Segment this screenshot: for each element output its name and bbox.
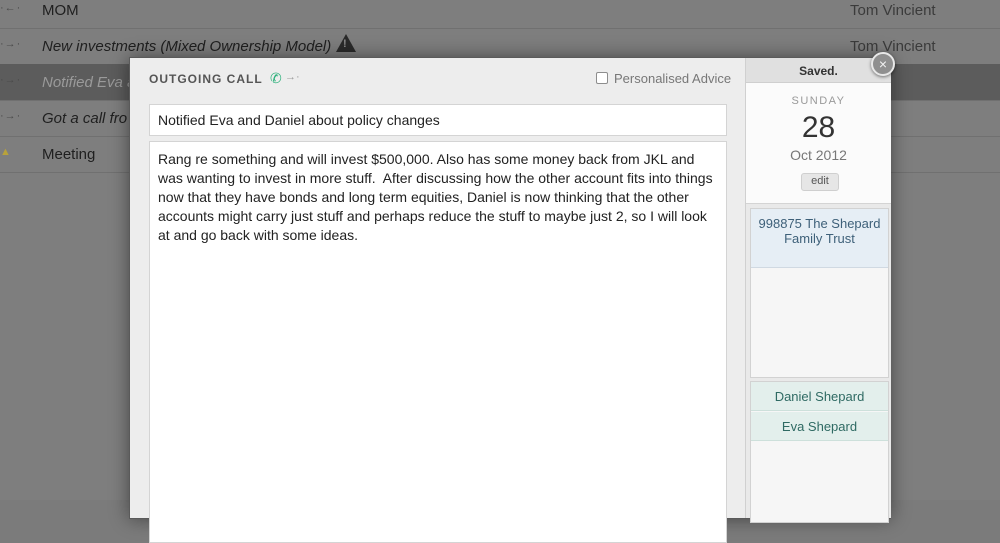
details-sidebar: Saved. SUNDAY 28 Oct 2012 edit 998875 Th… xyxy=(745,58,891,523)
call-note-dialog: OUTGOING CALL ✆ →· Personalised Advice N… xyxy=(129,57,891,543)
date-month-year: Oct 2012 xyxy=(790,147,847,163)
arrow-icon: ·←· xyxy=(0,2,22,14)
list-item-title: New investments (Mixed Ownership Model) xyxy=(42,38,332,55)
person-name: Eva Shepard xyxy=(781,419,858,434)
edit-date-label: edit xyxy=(811,175,829,187)
save-status: Saved. xyxy=(799,64,838,78)
warning-icon xyxy=(336,34,356,52)
person-name: Daniel Shepard xyxy=(774,389,865,404)
person-link[interactable]: Eva Shepard xyxy=(751,412,888,441)
account-card: 998875 The Shepard Family Trust xyxy=(750,208,889,378)
list-item-title: Meeting xyxy=(42,146,96,163)
list-item-title: MOM xyxy=(42,2,79,19)
list-item-owner: Tom Vincient xyxy=(850,38,936,55)
list-item-owner: Tom Vincient xyxy=(850,2,936,19)
account-link[interactable]: 998875 The Shepard Family Trust xyxy=(751,209,888,268)
call-type-label: OUTGOING CALL xyxy=(149,72,263,86)
note-body-text: Rang re something and will invest $500,0… xyxy=(158,151,717,243)
arrow-icon: ·→· xyxy=(0,110,22,122)
date-day: 28 xyxy=(801,111,836,144)
subject-input[interactable]: Notified Eva and Daniel about policy cha… xyxy=(149,104,727,136)
outgoing-arrow-icon: →· xyxy=(285,71,300,83)
person-link[interactable]: Daniel Shepard xyxy=(751,382,888,411)
note-body-textarea[interactable]: Rang re something and will invest $500,0… xyxy=(149,141,727,543)
meeting-icon: ▲ xyxy=(0,146,12,158)
arrow-icon: ·→· xyxy=(0,38,22,50)
note-editor-pane: OUTGOING CALL ✆ →· Personalised Advice N… xyxy=(130,58,745,543)
list-item[interactable]: ·←· MOM Tom Vincient xyxy=(0,0,1000,29)
account-name: 998875 The Shepard Family Trust xyxy=(758,216,881,246)
phone-icon: ✆ xyxy=(270,70,282,86)
edit-date-button[interactable]: edit xyxy=(801,173,839,191)
save-status-bar: Saved. xyxy=(746,58,891,83)
subject-text: Notified Eva and Daniel about policy cha… xyxy=(158,112,440,128)
personalised-advice-label[interactable]: Personalised Advice xyxy=(614,71,731,86)
close-icon: × xyxy=(878,56,888,72)
close-dialog-button[interactable]: × xyxy=(871,52,895,76)
arrow-icon: ·→· xyxy=(0,74,22,86)
list-item-title: Got a call fro xyxy=(42,110,128,127)
personalised-advice-checkbox[interactable] xyxy=(596,72,608,84)
date-weekday: SUNDAY xyxy=(791,95,846,107)
people-card: Daniel Shepard Eva Shepard xyxy=(750,381,889,523)
list-item-title: Notified Eva a xyxy=(42,74,136,91)
date-card: SUNDAY 28 Oct 2012 edit xyxy=(746,83,891,204)
